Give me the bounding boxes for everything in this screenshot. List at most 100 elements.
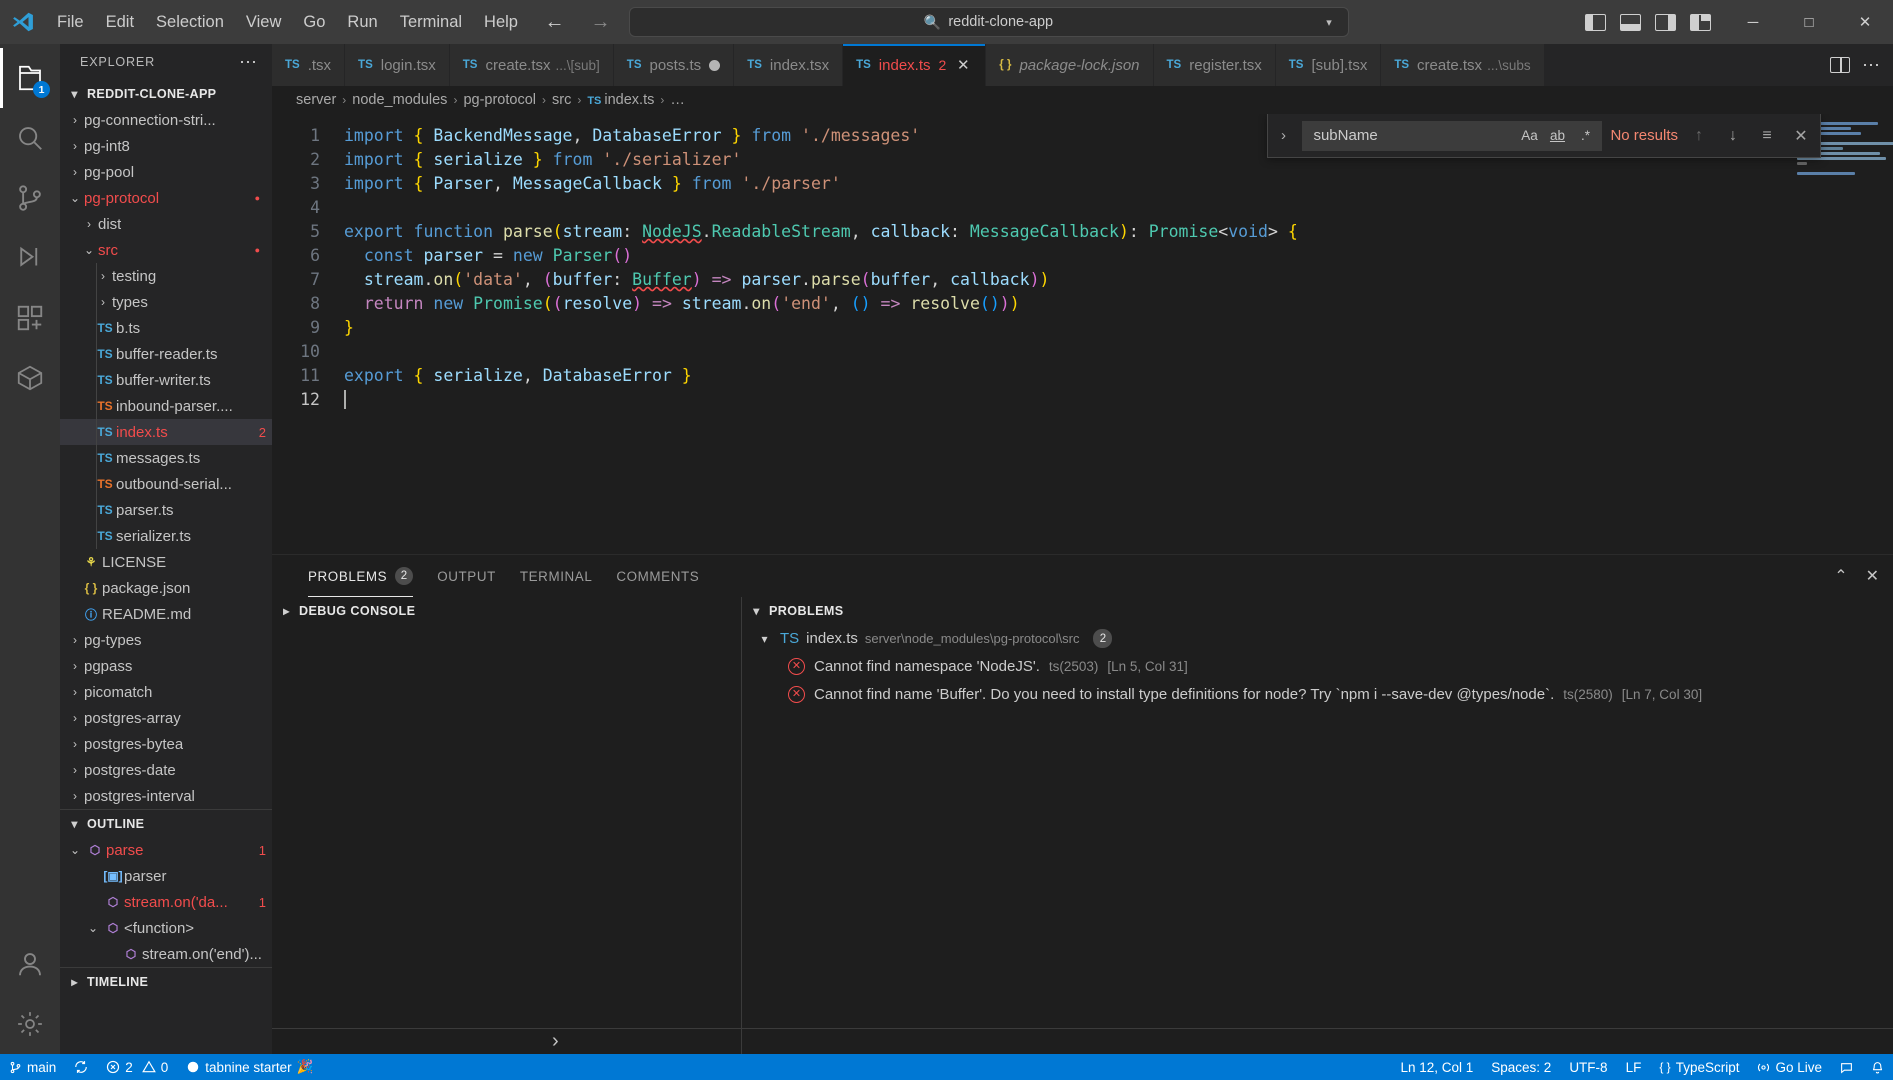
status-branch[interactable]: main xyxy=(0,1054,65,1080)
find-close-icon[interactable]: ✕ xyxy=(1788,126,1814,146)
status-problems[interactable]: 2 0 xyxy=(97,1054,177,1080)
breadcrumb-item[interactable]: node_modules xyxy=(352,92,447,108)
debug-console-header[interactable]: ▸ DEBUG CONSOLE xyxy=(272,597,741,625)
file-tree-item[interactable]: › pgpass xyxy=(60,653,272,679)
menu-terminal[interactable]: Terminal xyxy=(389,9,473,36)
outline-header[interactable]: ▾ OUTLINE xyxy=(60,810,272,837)
editor-tab[interactable]: { } package-lock.json xyxy=(986,44,1154,86)
menu-help[interactable]: Help xyxy=(473,9,529,36)
status-sync[interactable] xyxy=(65,1054,97,1080)
debug-console-expand-icon[interactable]: › xyxy=(552,1030,559,1053)
status-eol[interactable]: LF xyxy=(1617,1054,1651,1080)
panel-close-icon[interactable]: ✕ xyxy=(1866,566,1879,586)
editor-tab[interactable]: TS index.tsx xyxy=(734,44,844,86)
unsaved-indicator-icon[interactable] xyxy=(709,59,721,71)
status-tabnine[interactable]: tabnine starter 🎉 xyxy=(177,1054,322,1080)
file-tree-item[interactable]: › testing xyxy=(60,263,272,289)
toggle-panel-icon[interactable] xyxy=(1620,13,1641,31)
file-tree-item[interactable]: ⓘ README.md xyxy=(60,601,272,627)
activity-remote-explorer[interactable] xyxy=(0,348,60,408)
file-tree-item[interactable]: › pg-connection-stri... xyxy=(60,107,272,133)
activity-explorer[interactable]: 1 xyxy=(0,48,60,108)
editor-tab[interactable]: TS posts.ts xyxy=(613,44,735,86)
file-tree-item[interactable]: { } package.json xyxy=(60,575,272,601)
problem-item[interactable]: ✕ Cannot find name 'Buffer'. Do you need … xyxy=(742,680,1893,708)
status-cursor-position[interactable]: Ln 12, Col 1 xyxy=(1391,1054,1482,1080)
panel-collapse-icon[interactable]: ⌃ xyxy=(1834,566,1847,586)
match-case-icon[interactable]: Aa xyxy=(1518,128,1540,143)
file-tree-item[interactable]: › postgres-array xyxy=(60,705,272,731)
file-tree-item[interactable]: › pg-int8 xyxy=(60,133,272,159)
file-tree-item[interactable]: ⌄ src ● xyxy=(60,237,272,263)
editor-tab[interactable]: TS register.tsx xyxy=(1153,44,1276,86)
breadcrumb-item[interactable]: … xyxy=(670,92,685,108)
problems-file-row[interactable]: ▾ TS index.ts server\node_modules\pg-pro… xyxy=(742,625,1893,652)
find-in-selection-icon[interactable]: ≡ xyxy=(1754,127,1780,145)
menu-edit[interactable]: Edit xyxy=(95,9,145,36)
find-next-icon[interactable]: ↓ xyxy=(1720,127,1746,145)
window-minimize-button[interactable]: ─ xyxy=(1725,0,1781,44)
file-tree-item[interactable]: TS inbound-parser.... xyxy=(60,393,272,419)
activity-extensions[interactable] xyxy=(0,288,60,348)
panel-tab[interactable]: OUTPUT xyxy=(425,555,508,597)
editor-tab-close-icon[interactable]: ✕ xyxy=(954,56,972,74)
code-content[interactable]: 1 import { BackendMessage, DatabaseError … xyxy=(272,114,1893,412)
file-tree-item[interactable]: › postgres-date xyxy=(60,757,272,783)
problems-header[interactable]: ▾ PROBLEMS xyxy=(742,597,1893,625)
activity-source-control[interactable] xyxy=(0,168,60,228)
file-tree-item[interactable]: › dist xyxy=(60,211,272,237)
editor-tab[interactable]: TS create.tsx ...\subs xyxy=(1381,44,1545,86)
status-notifications[interactable] xyxy=(1862,1054,1893,1080)
outline-item[interactable]: ⬡ stream.on('end')... xyxy=(60,941,272,967)
editor-more-actions-icon[interactable]: ⋯ xyxy=(1862,55,1881,76)
file-tree-item[interactable]: TS b.ts xyxy=(60,315,272,341)
status-encoding[interactable]: UTF-8 xyxy=(1560,1054,1616,1080)
status-feedback[interactable] xyxy=(1831,1054,1862,1080)
explorer-project-header[interactable]: ▾ REDDIT-CLONE-APP xyxy=(60,80,272,107)
menu-run[interactable]: Run xyxy=(336,9,388,36)
outline-item[interactable]: [▣] parser xyxy=(60,863,272,889)
window-maximize-button[interactable]: □ xyxy=(1781,0,1837,44)
activity-run-debug[interactable] xyxy=(0,228,60,288)
arrow-left-icon[interactable]: ← xyxy=(545,12,565,32)
file-tree-item[interactable]: TS buffer-reader.ts xyxy=(60,341,272,367)
editor-tab[interactable]: TS .tsx xyxy=(272,44,346,86)
panel-tab[interactable]: PROBLEMS 2 xyxy=(296,555,425,597)
breadcrumb-item[interactable]: TS index.ts xyxy=(587,92,654,108)
menu-file[interactable]: File xyxy=(46,9,95,36)
file-tree-item[interactable]: ⌄ pg-protocol ● xyxy=(60,185,272,211)
breadcrumb-item[interactable]: pg-protocol xyxy=(463,92,536,108)
file-tree-item[interactable]: TS buffer-writer.ts xyxy=(60,367,272,393)
sidebar-more-actions-icon[interactable]: ⋯ xyxy=(231,52,266,73)
status-indentation[interactable]: Spaces: 2 xyxy=(1482,1054,1560,1080)
outline-item[interactable]: ⌄ ⬡ parse 1 xyxy=(60,837,272,863)
window-close-button[interactable]: ✕ xyxy=(1837,0,1893,44)
file-tree-item[interactable]: TS outbound-serial... xyxy=(60,471,272,497)
whole-word-icon[interactable]: ab xyxy=(1546,128,1568,143)
file-tree-item[interactable]: › postgres-interval xyxy=(60,783,272,809)
editor-tab[interactable]: TS index.ts 2 ✕ xyxy=(843,44,987,86)
menu-go[interactable]: Go xyxy=(292,9,336,36)
file-tree-item[interactable]: ⚘ LICENSE xyxy=(60,549,272,575)
find-previous-icon[interactable]: ↑ xyxy=(1686,127,1712,145)
command-center[interactable]: 🔍 reddit-clone-app ▾ xyxy=(628,7,1349,37)
toggle-primary-sidebar-icon[interactable] xyxy=(1585,13,1606,31)
toggle-replace-icon[interactable]: › xyxy=(1272,127,1294,144)
file-tree-item[interactable]: › postgres-bytea xyxy=(60,731,272,757)
editor-tab[interactable]: TS create.tsx ...\[sub] xyxy=(449,44,614,86)
arrow-right-icon[interactable]: → xyxy=(591,12,611,32)
file-tree-item[interactable]: › pg-pool xyxy=(60,159,272,185)
use-regex-icon[interactable]: .* xyxy=(1574,128,1596,143)
problem-item[interactable]: ✕ Cannot find namespace 'NodeJS'. ts(2503)… xyxy=(742,652,1893,680)
file-tree-item[interactable]: TS messages.ts xyxy=(60,445,272,471)
activity-search[interactable] xyxy=(0,108,60,168)
activity-accounts[interactable] xyxy=(0,934,60,994)
timeline-header[interactable]: ▸ TIMELINE xyxy=(60,968,272,995)
activity-manage-gear-icon[interactable] xyxy=(0,994,60,1054)
minimap[interactable] xyxy=(1789,114,1893,554)
status-language-mode[interactable]: { } TypeScript xyxy=(1650,1054,1748,1080)
file-tree-item[interactable]: TS parser.ts xyxy=(60,497,272,523)
status-go-live[interactable]: Go Live xyxy=(1748,1054,1831,1080)
menu-selection[interactable]: Selection xyxy=(145,9,235,36)
customize-layout-icon[interactable] xyxy=(1690,13,1711,31)
